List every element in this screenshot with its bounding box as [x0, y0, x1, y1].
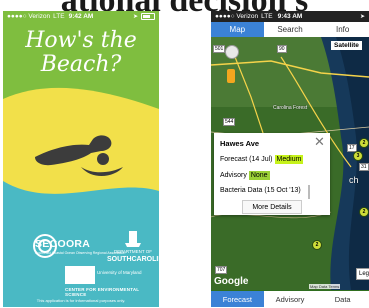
- place-label-carolina-forest: Carolina Forest: [273, 105, 308, 111]
- secoora-logo-text: SECOORA: [35, 238, 91, 250]
- sc-name-label: SOUTHCAROLINA: [107, 256, 159, 263]
- road-label: 707: [215, 266, 228, 274]
- advisory-badge: None: [248, 171, 270, 180]
- road-label: 90: [277, 45, 287, 53]
- status-bar: ●●●●○ Verizon LTE 9:42 AM ➤: [3, 11, 159, 22]
- advisory-label: Advisory: [220, 172, 247, 179]
- forecast-badge: Medium: [274, 155, 304, 164]
- beach-marker[interactable]: 3: [353, 151, 363, 161]
- bacteria-row: Bacteria Data (15 Oct '13): [220, 187, 301, 194]
- beach-marker[interactable]: 2: [312, 240, 322, 250]
- tab-forecast[interactable]: Forecast: [211, 291, 264, 307]
- bacteria-label: Bacteria Data (15 Oct '13): [220, 187, 301, 194]
- umd-logo-icon: [65, 266, 95, 284]
- road-label: 544: [223, 118, 236, 126]
- umd-center-label: CENTER FOR ENVIRONMENTAL SCIENCE: [65, 287, 140, 297]
- close-icon[interactable]: ✕: [314, 134, 325, 150]
- bottom-tab-bar: Forecast Advisory Data: [211, 291, 369, 307]
- status-bar: ●●●●○ Verizon LTE 9:43 AM ➤: [211, 11, 369, 22]
- tab-search[interactable]: Search: [264, 22, 317, 37]
- map-type-button[interactable]: Satellite: [331, 41, 362, 50]
- beach-info-popup: Hawes Ave ✕ Forecast (14 Jul) Medium Adv…: [214, 133, 330, 215]
- forecast-row: Forecast (14 Jul) Medium: [220, 155, 304, 164]
- map-attribution[interactable]: Map Data Terms: [309, 284, 341, 289]
- tab-info[interactable]: Info: [316, 22, 369, 37]
- clock-label: 9:43 AM: [277, 13, 303, 20]
- beach-marker[interactable]: 2: [359, 207, 369, 217]
- tab-data[interactable]: Data: [316, 291, 369, 307]
- more-details-button[interactable]: More Details: [242, 200, 302, 214]
- place-label: ch: [349, 175, 359, 185]
- forecast-label: Forecast (14 Jul): [220, 156, 273, 163]
- advisory-row: Advisory None: [220, 171, 270, 180]
- popup-title: Hawes Ave: [220, 139, 260, 148]
- top-tab-bar: Map Search Info: [211, 22, 369, 37]
- app-title-line1: How's the: [25, 28, 137, 53]
- road-label: 31: [359, 163, 369, 171]
- tab-map[interactable]: Map: [211, 22, 264, 37]
- swimmer-icon: [35, 135, 123, 177]
- popup-scrollbar[interactable]: [308, 185, 310, 199]
- map-screen: ●●●●○ Verizon LTE 9:43 AM ➤ Map Search I…: [211, 11, 369, 307]
- street-view-pegman-icon[interactable]: [227, 69, 235, 83]
- splash-screen: ●●●●○ Verizon LTE 9:42 AM ➤ How's the Be…: [3, 11, 159, 307]
- clock-label: 9:42 AM: [68, 13, 94, 20]
- home-button[interactable]: [225, 45, 239, 59]
- google-logo: Google: [214, 276, 249, 287]
- tab-advisory[interactable]: Advisory: [264, 291, 317, 307]
- disclaimer-text: This application is for informational pu…: [36, 298, 126, 303]
- legend-button[interactable]: Leg: [356, 268, 369, 280]
- sc-dept-label: DEPARTMENT OF: [113, 249, 152, 254]
- umd-name-label: University of Maryland: [97, 270, 142, 275]
- battery-icon: [141, 13, 155, 20]
- app-title: How's the Beach?: [3, 29, 159, 77]
- road-label: 501: [213, 45, 226, 53]
- app-title-line2: Beach?: [40, 52, 122, 77]
- beach-marker[interactable]: 2: [359, 138, 369, 148]
